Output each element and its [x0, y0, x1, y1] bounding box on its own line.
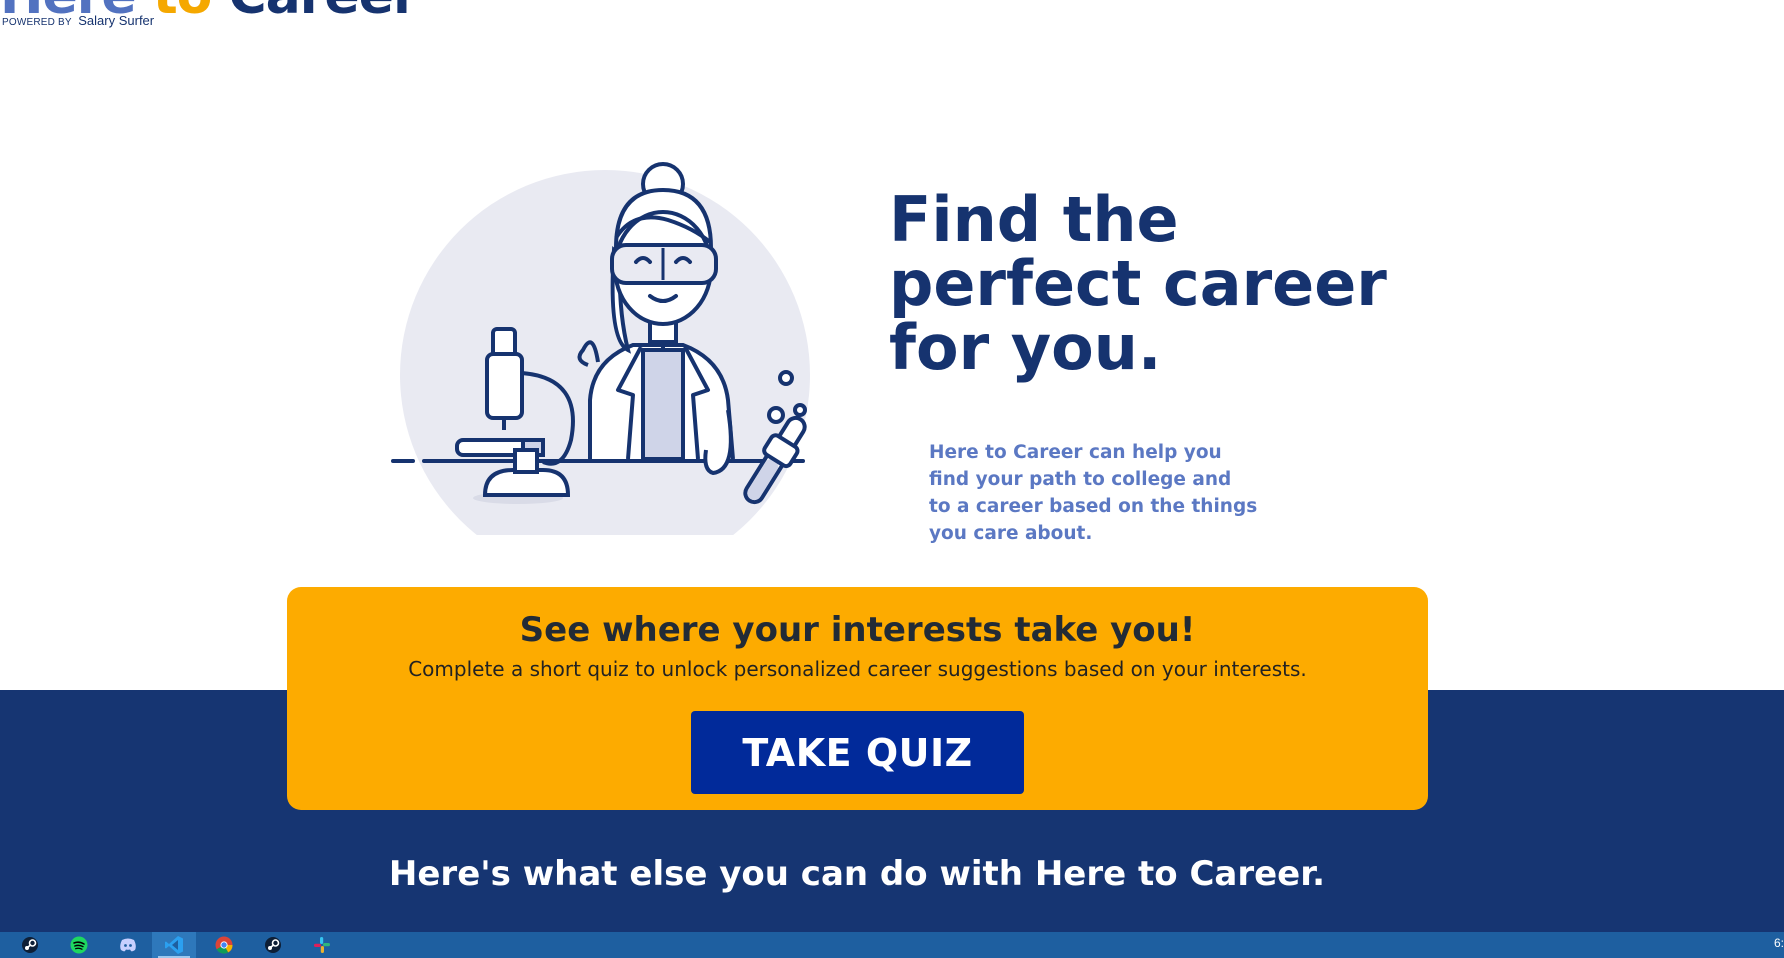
site-logo[interactable]: Here to Career POWERED BY Salary Surfer — [0, 0, 419, 28]
slack-icon[interactable] — [300, 932, 344, 958]
chrome-icon[interactable] — [202, 932, 246, 958]
powered-by-label: POWERED BY — [2, 17, 72, 28]
logo-word-career: Career — [229, 0, 419, 26]
logo-word-to: to — [153, 0, 213, 26]
more-features-heading: Here's what else you can do with Here to… — [388, 854, 1326, 894]
powered-by-brand: Salary Surfer — [78, 13, 155, 28]
quiz-card: See where your interests take you! Compl… — [287, 587, 1428, 810]
hero-subtitle: Here to Career can help you find your pa… — [929, 442, 1258, 544]
system-clock[interactable]: 6: — [1774, 936, 1784, 950]
quiz-title: See where your interests take you! — [519, 610, 1196, 650]
steam-icon[interactable] — [8, 932, 52, 958]
spotify-icon[interactable] — [57, 932, 101, 958]
scientist-illustration — [378, 150, 828, 580]
powered-by-line: POWERED BY Salary Surfer — [2, 12, 154, 30]
discord-icon[interactable] — [106, 932, 150, 958]
vscode-icon[interactable] — [152, 932, 196, 958]
hero-title: Find the perfect career for you. — [889, 183, 1387, 384]
taskbar: 6: — [0, 932, 1784, 958]
take-quiz-button[interactable]: TAKE QUIZ — [691, 711, 1024, 794]
steam-icon[interactable] — [251, 932, 295, 958]
quiz-description: Complete a short quiz to unlock personal… — [408, 657, 1307, 681]
